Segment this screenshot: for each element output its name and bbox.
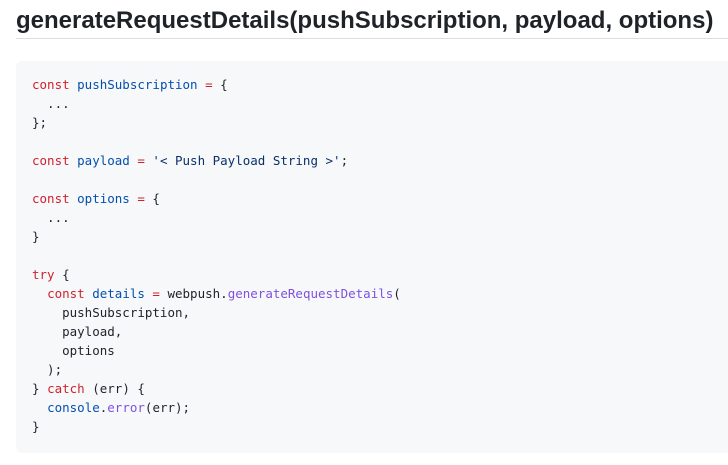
- code-line: pushSubscription,: [32, 303, 712, 322]
- heading-divider: [16, 38, 728, 39]
- code-function-name: error: [107, 400, 145, 415]
- code-keyword: catch: [47, 381, 85, 396]
- code-line: console.error(err);: [32, 398, 712, 417]
- code-text: (: [393, 286, 401, 301]
- code-identifier: details: [92, 286, 145, 301]
- code-text: options: [32, 343, 115, 358]
- code-text: };: [32, 115, 48, 130]
- code-text: ...: [32, 96, 70, 111]
- code-line: const details = webpush.generateRequestD…: [32, 284, 712, 303]
- code-line: const options = {: [32, 189, 712, 208]
- code-line: }: [32, 417, 712, 436]
- code-line: payload,: [32, 322, 712, 341]
- code-line: options: [32, 341, 712, 360]
- code-keyword: const: [32, 77, 78, 92]
- code-string: '< Push Payload String >': [152, 153, 341, 168]
- code-content[interactable]: const pushSubscription = { ...}; const p…: [32, 75, 712, 436]
- code-text: }: [32, 381, 48, 396]
- code-text: (err);: [144, 400, 191, 415]
- code-text: );: [32, 362, 63, 377]
- code-operator: =: [144, 286, 168, 301]
- code-keyword: const: [47, 286, 93, 301]
- code-text: {: [152, 191, 160, 206]
- code-line: const pushSubscription = {: [32, 75, 712, 94]
- code-text: ...: [32, 210, 70, 225]
- code-function-name: generateRequestDetails: [227, 286, 394, 301]
- section-heading: generateRequestDetails(pushSubscription,…: [16, 7, 714, 34]
- code-text: ;: [340, 153, 349, 168]
- code-text: }: [32, 419, 40, 434]
- code-text: payload,: [32, 324, 123, 339]
- code-keyword: try: [32, 267, 55, 282]
- code-keyword: const: [32, 153, 78, 168]
- code-operator: =: [129, 191, 153, 206]
- code-text: }: [32, 229, 40, 244]
- code-identifier: options: [77, 191, 130, 206]
- code-line: } catch (err) {: [32, 379, 712, 398]
- code-line: };: [32, 113, 712, 132]
- code-block[interactable]: const pushSubscription = { ...}; const p…: [16, 61, 728, 453]
- code-operator: =: [197, 77, 221, 92]
- code-text: webpush.: [167, 286, 228, 301]
- code-line: }: [32, 227, 712, 246]
- code-keyword: const: [32, 191, 78, 206]
- code-line: ...: [32, 94, 712, 113]
- code-text: {: [220, 77, 228, 92]
- code-line: );: [32, 360, 712, 379]
- code-line: const payload = '< Push Payload String >…: [32, 151, 712, 170]
- code-operator: =: [129, 153, 153, 168]
- code-text: pushSubscription,: [32, 305, 191, 320]
- code-text: {: [54, 267, 70, 282]
- readme-section: generateRequestDetails( pushSubscription,…: [0, 0, 728, 465]
- code-text: (err) {: [84, 381, 145, 396]
- code-line: ...: [32, 208, 712, 227]
- code-identifier: pushSubscription: [77, 77, 198, 92]
- code-identifier: payload: [77, 153, 130, 168]
- code-line: try {: [32, 265, 712, 284]
- code-identifier: console: [47, 400, 100, 415]
